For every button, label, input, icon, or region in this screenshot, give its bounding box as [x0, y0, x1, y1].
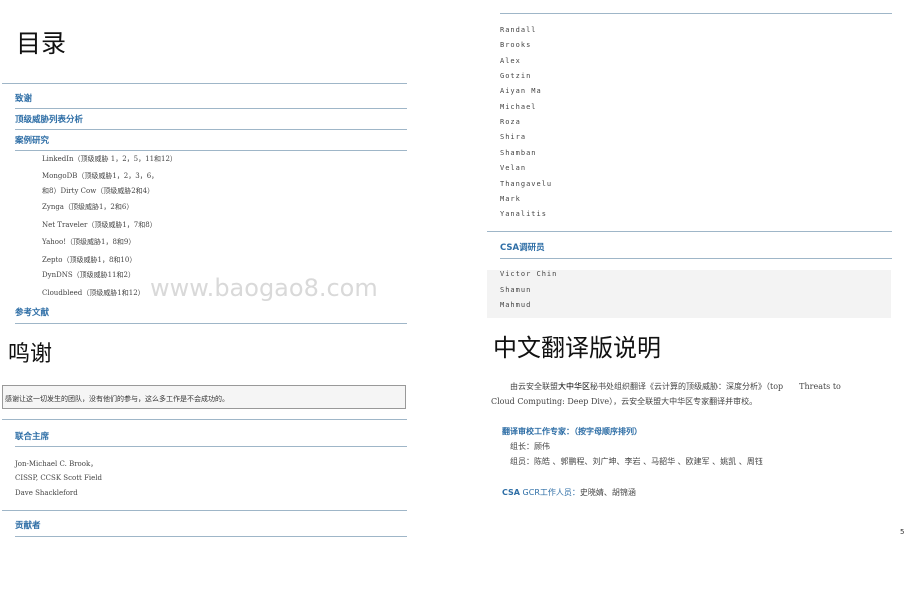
contributor-name: Shamban: [500, 149, 537, 157]
divider: [15, 129, 407, 130]
contributor-name: Alex: [500, 57, 521, 65]
divider: [2, 83, 407, 84]
page-number: 5: [900, 528, 905, 536]
contributor-name: Gotzin: [500, 72, 532, 80]
toc-case-item[interactable]: Yahoo!（顶级威胁1，8和9）: [42, 237, 135, 247]
intro-line-1: 由云安全联盟大中华区秘书处组织翻译《云计算的顶级威胁：深度分析》（top Thr…: [510, 382, 841, 391]
contributor-name: Randall: [500, 26, 537, 34]
toc-case-item[interactable]: Cloudbleed（顶级威胁1和12）: [42, 288, 145, 298]
divider: [487, 231, 892, 232]
toc-link-references[interactable]: 参考文献: [15, 306, 49, 318]
gcr-staff: CSA GCR工作人员：史晓婧、胡锦涵: [502, 488, 636, 497]
co-chair-name: Dave Shackleford: [15, 489, 78, 497]
toc-link-top-threats[interactable]: 顶级威胁列表分析: [15, 113, 83, 125]
contributor-name: Thangavelu: [500, 180, 553, 188]
contributor-name: Roza: [500, 118, 521, 126]
toc-case-item[interactable]: MongoDB（顶级威胁1，2，3，6，: [42, 171, 158, 181]
divider: [15, 108, 407, 109]
toc-case-item[interactable]: Net Traveler（顶级威胁1，7和8）: [42, 220, 157, 230]
review-leader: 组长：顾伟: [510, 442, 550, 451]
divider: [15, 536, 407, 537]
thanks-box: 感谢让这一切发生的团队，没有他们的参与，这么多工作是不会成功的。: [2, 385, 406, 409]
review-experts-heading: 翻译审校工作专家：（按字母顺序排列）: [502, 427, 642, 436]
toc-case-item[interactable]: Zepto（顶级威胁1，8和10）: [42, 255, 136, 265]
cn-translation-title: 中文翻译版说明: [493, 334, 661, 362]
contributor-name: Yanalitis: [500, 210, 547, 218]
toc-title: 目录: [16, 29, 67, 58]
divider: [15, 446, 407, 447]
divider: [2, 510, 407, 511]
divider: [15, 323, 407, 324]
contributor-name: Shira: [500, 133, 527, 141]
co-chairs-heading: 联合主席: [15, 432, 50, 442]
toc-case-item[interactable]: DynDNS（顶级威胁11和2）: [42, 270, 135, 280]
co-chair-name: Jon-Michael C. Brook，: [15, 460, 98, 468]
toc-case-item[interactable]: 和8）Dirty Cow（顶级威胁2和4）: [42, 186, 154, 196]
divider: [500, 13, 892, 14]
researcher-name: Shamun: [500, 286, 532, 294]
researcher-name: Mahmud: [500, 301, 532, 309]
intro-line-2: Cloud Computing: Deep Dive），云安全联盟大中华区专家翻…: [491, 397, 758, 406]
toc-link-case-studies[interactable]: 案例研究: [15, 134, 49, 146]
divider: [2, 419, 407, 420]
toc-link-acknowledgements[interactable]: 致谢: [15, 92, 32, 104]
contributor-name: Velan: [500, 164, 527, 172]
acknowledgements-title: 鸣谢: [8, 342, 53, 367]
divider: [500, 258, 892, 259]
divider: [15, 150, 407, 151]
contributor-name: Michael: [500, 103, 537, 111]
contributors-heading: 贡献者: [15, 521, 41, 531]
toc-case-item[interactable]: LinkedIn（顶级威胁 1，2，5，11和12）: [42, 154, 177, 164]
review-members: 组员：陈皓 、郭鹏程、刘广坤、李岩 、马韶华 、欧建军 、姚凯 、周钰: [510, 457, 763, 466]
researcher-name: Victor Chin: [500, 270, 558, 278]
watermark: www.baogao8.com: [150, 274, 378, 302]
toc-case-item[interactable]: Zynga（顶级威胁1，2和6）: [42, 202, 133, 212]
csa-research-heading: CSA调研员: [500, 243, 545, 253]
thanks-text: 感谢让这一切发生的团队，没有他们的参与，这么多工作是不会成功的。: [5, 395, 229, 403]
contributor-name: Brooks: [500, 41, 532, 49]
contributor-name: Mark: [500, 195, 521, 203]
co-chair-name: CISSP, CCSK Scott Field: [15, 474, 103, 482]
contributor-name: Aiyan Ma: [500, 87, 542, 95]
